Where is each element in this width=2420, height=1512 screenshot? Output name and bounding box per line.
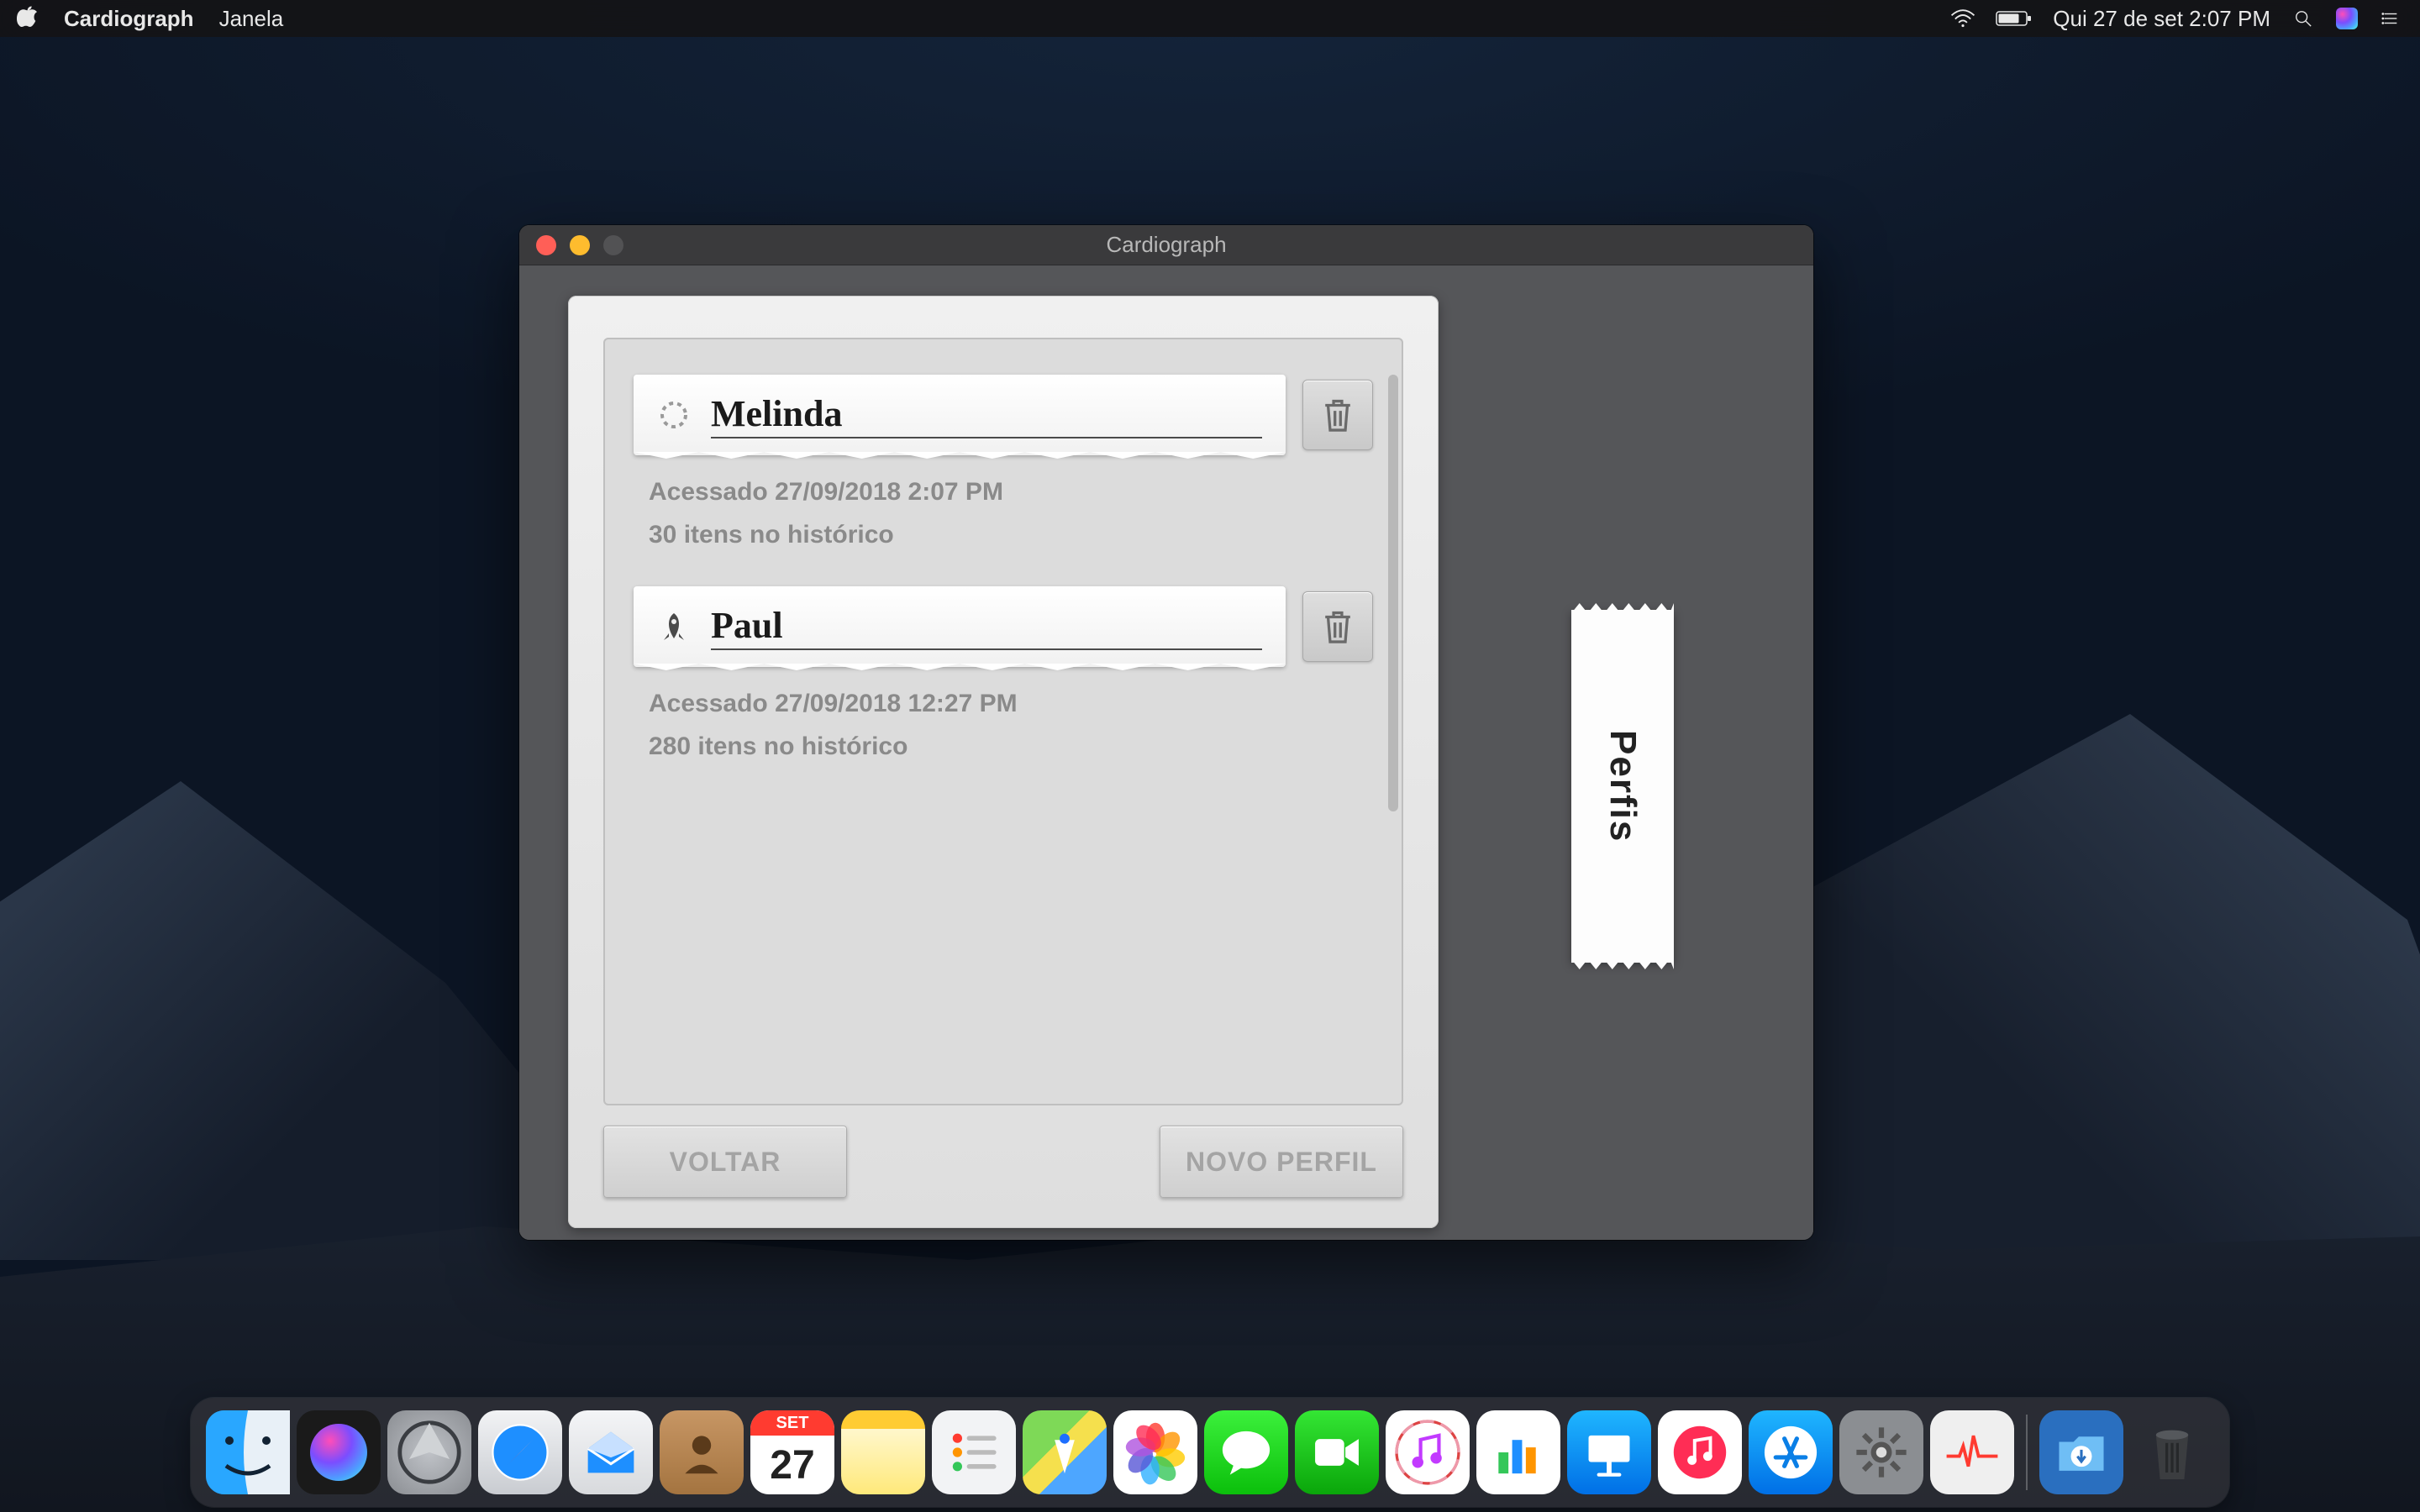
dock-cardiograph-icon[interactable] (1930, 1410, 2014, 1494)
profile-meta: Acessado 27/09/2018 12:27 PM 280 itens n… (634, 667, 1373, 768)
profile-accessed-label: Acessado 27/09/2018 12:27 PM (649, 682, 1365, 725)
profile-history-label: 30 itens no histórico (649, 513, 1365, 556)
dock-mail-icon[interactable] (569, 1410, 653, 1494)
dock-finder-icon[interactable] (206, 1410, 290, 1494)
dock-trash-icon[interactable] (2130, 1410, 2214, 1494)
dock: SET 27 (184, 1398, 2236, 1507)
profile-name-label: Paul (711, 604, 1262, 650)
menubar: Cardiograph Janela Qui 27 de set 2:07 PM (0, 0, 2420, 37)
window-minimize-button[interactable] (570, 235, 590, 255)
dock-keynote-icon[interactable] (1567, 1410, 1651, 1494)
dock-calendar-icon[interactable]: SET 27 (750, 1410, 834, 1494)
siri-icon[interactable] (2336, 8, 2358, 29)
menubar-menu-window[interactable]: Janela (219, 6, 284, 32)
dock-contacts-icon[interactable] (660, 1410, 744, 1494)
new-profile-button[interactable]: NOVO PERFIL (1160, 1126, 1403, 1198)
dock-separator (2026, 1415, 2028, 1490)
notification-center-icon[interactable] (2378, 9, 2403, 28)
window-title: Cardiograph (519, 232, 1813, 258)
dock-reminders-icon[interactable] (932, 1410, 1016, 1494)
dock-music-icon[interactable] (1658, 1410, 1742, 1494)
dock-numbers-icon[interactable] (1476, 1410, 1560, 1494)
dock-safari-icon[interactable] (478, 1410, 562, 1494)
side-tab-label: Perfis (1602, 730, 1644, 843)
profile-card[interactable]: Paul (634, 586, 1286, 667)
dock-system-preferences-icon[interactable] (1839, 1410, 1923, 1494)
profiles-list-frame: Melinda Acessado 27/09/2018 2:07 PM 30 i… (603, 338, 1403, 1105)
delete-profile-button[interactable] (1302, 591, 1373, 662)
dock-downloads-icon[interactable] (2039, 1410, 2123, 1494)
profile-item: Melinda Acessado 27/09/2018 2:07 PM 30 i… (634, 375, 1373, 556)
dock-facetime-icon[interactable] (1295, 1410, 1379, 1494)
profiles-panel: Melinda Acessado 27/09/2018 2:07 PM 30 i… (568, 296, 1439, 1228)
rocket-icon (657, 610, 691, 643)
profile-name-label: Melinda (711, 392, 1262, 438)
menubar-app-name[interactable]: Cardiograph (64, 6, 194, 32)
calendar-month-label: SET (750, 1410, 834, 1436)
dock-itunes-icon[interactable] (1386, 1410, 1470, 1494)
profile-item: Paul Acessado 27/09/2018 12:27 PM 280 it… (634, 586, 1373, 768)
profile-card[interactable]: Melinda (634, 375, 1286, 455)
apple-menu-icon[interactable] (17, 5, 39, 33)
menubar-clock[interactable]: Qui 27 de set 2:07 PM (2053, 6, 2270, 32)
window-close-button[interactable] (536, 235, 556, 255)
window-maximize-button[interactable] (603, 235, 623, 255)
back-button[interactable]: VOLTAR (603, 1126, 847, 1198)
profiles-side-tab[interactable]: Perfis (1571, 610, 1674, 963)
profile-accessed-label: Acessado 27/09/2018 2:07 PM (649, 470, 1365, 513)
dock-messages-icon[interactable] (1204, 1410, 1288, 1494)
dock-photos-icon[interactable] (1113, 1410, 1197, 1494)
wifi-icon[interactable] (1950, 9, 1975, 28)
spotlight-icon[interactable] (2291, 9, 2316, 28)
profile-history-label: 280 itens no histórico (649, 725, 1365, 768)
window-body: Melinda Acessado 27/09/2018 2:07 PM 30 i… (519, 265, 1813, 1240)
dock-launchpad-icon[interactable] (387, 1410, 471, 1494)
calendar-day-label: 27 (770, 1436, 814, 1494)
profile-meta: Acessado 27/09/2018 2:07 PM 30 itens no … (634, 455, 1373, 556)
app-window: Cardiograph Melinda (519, 225, 1813, 1240)
dock-appstore-icon[interactable] (1749, 1410, 1833, 1494)
window-titlebar[interactable]: Cardiograph (519, 225, 1813, 265)
delete-profile-button[interactable] (1302, 380, 1373, 450)
dock-siri-icon[interactable] (297, 1410, 381, 1494)
dock-notes-icon[interactable] (841, 1410, 925, 1494)
scrollbar-thumb[interactable] (1388, 375, 1398, 811)
spinner-icon (657, 398, 691, 432)
battery-icon[interactable] (1996, 9, 2033, 28)
dock-maps-icon[interactable] (1023, 1410, 1107, 1494)
